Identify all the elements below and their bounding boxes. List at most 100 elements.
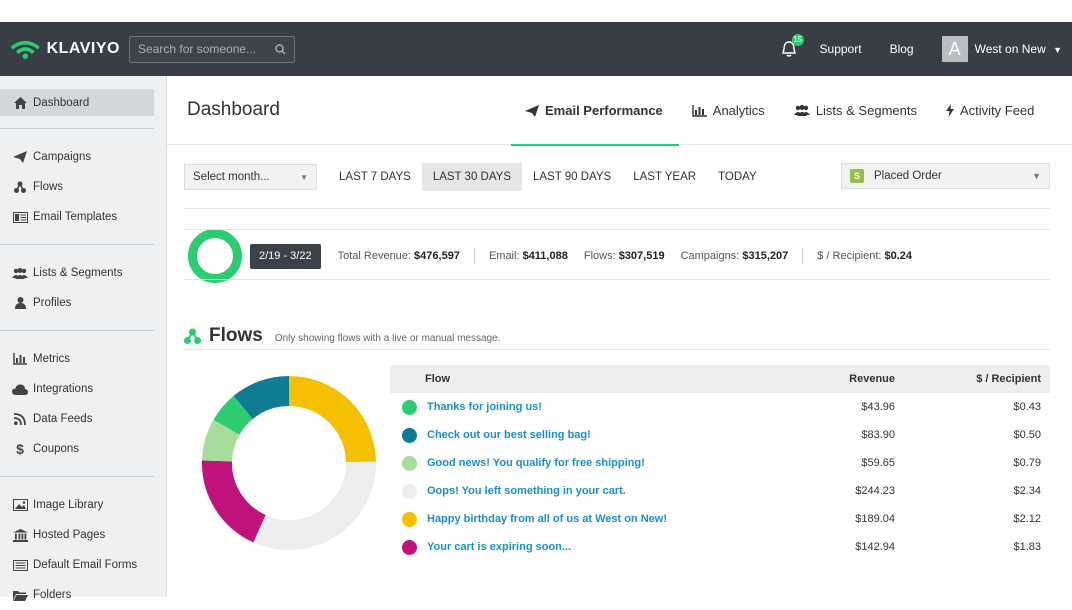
filter-bar: Select month... ▼ LAST 7 DAYS LAST 30 DA… xyxy=(184,163,1050,191)
revenue-cell: $59.65 xyxy=(861,457,895,469)
paper-plane-icon xyxy=(12,150,28,164)
flow-link[interactable]: Good news! You qualify for free shipping… xyxy=(427,457,645,469)
table-row: Happy birthday from all of us at West on… xyxy=(390,505,1050,533)
klaviyo-logo[interactable]: KLAVIYO xyxy=(10,38,120,60)
tab-email-performance[interactable]: Email Performance xyxy=(511,76,679,146)
paper-plane-icon xyxy=(525,104,539,117)
date-range-badge: 2/19 - 3/22 xyxy=(250,243,321,269)
revenue-cell: $83.90 xyxy=(861,429,895,441)
flows-section-header: Flows Only showing flows with a live or … xyxy=(184,323,1050,350)
caret-down-icon: ▼ xyxy=(1032,171,1041,181)
caret-down-icon: ▼ xyxy=(1053,45,1062,55)
sidebar-item-profiles[interactable]: Profiles xyxy=(0,288,166,318)
bar-chart-icon xyxy=(12,352,28,366)
sidebar-item-email-templates[interactable]: Email Templates xyxy=(0,202,166,232)
account-menu[interactable]: West on New ▼ xyxy=(975,42,1062,56)
column-header-revenue: Revenue xyxy=(849,373,895,385)
sidebar: Dashboard Campaigns Flows Email Template… xyxy=(0,76,167,601)
flow-link[interactable]: Oops! You left something in your cart. xyxy=(427,485,626,497)
revenue-cell: $43.96 xyxy=(861,401,895,413)
metric-select[interactable]: S Placed Order ▼ xyxy=(841,163,1050,189)
column-header-flow: Flow xyxy=(425,373,451,385)
sidebar-item-metrics[interactable]: Metrics xyxy=(0,344,166,374)
stat-value: $307,519 xyxy=(618,250,665,262)
table-row: Your cart is expiring soon... $142.94 $1.8… xyxy=(390,533,1050,561)
stat-value: $0.24 xyxy=(884,250,913,262)
divider xyxy=(184,208,1050,209)
tab-lists-segments[interactable]: Lists & Segments xyxy=(793,76,917,145)
avatar[interactable]: A xyxy=(941,36,968,62)
range-last-30-days[interactable]: LAST 30 DAYS xyxy=(421,163,523,191)
tab-label: Activity Feed xyxy=(959,103,1035,118)
table-row: Oops! You left something in your cart. $2… xyxy=(390,477,1050,505)
flows-title: Flows xyxy=(209,325,263,346)
tab-activity-feed[interactable]: Activity Feed xyxy=(945,76,1035,145)
sidebar-item-label: Data Feeds xyxy=(33,413,93,425)
tab-label: Email Performance xyxy=(545,103,663,118)
total-revenue-stat: Total Revenue: $476,597 xyxy=(338,250,460,262)
sidebar-item-folders[interactable]: Folders xyxy=(0,580,166,610)
per-recipient-cell: $2.12 xyxy=(1013,513,1041,525)
revenue-cell: $244.23 xyxy=(855,485,895,497)
top-navbar: KLAVIYO Search for someone... 15 Support… xyxy=(0,22,1072,76)
stat-label: $ / Recipient: xyxy=(817,250,882,262)
sidebar-item-flows[interactable]: Flows xyxy=(0,172,166,202)
sidebar-item-image-library[interactable]: Image Library xyxy=(0,490,166,520)
month-select-value: Select month... xyxy=(193,171,270,183)
range-last-90-days[interactable]: LAST 90 DAYS xyxy=(522,163,622,191)
metric-select-value: Placed Order xyxy=(874,170,942,182)
email-revenue-stat: Email: $411,088 xyxy=(489,250,568,262)
flow-link[interactable]: Happy birthday from all of us at West on… xyxy=(427,513,667,525)
per-recipient-cell: $0.50 xyxy=(1013,429,1041,441)
flow-link[interactable]: Check out our best selling bag! xyxy=(427,429,591,441)
sidebar-item-data-feeds[interactable]: Data Feeds xyxy=(0,404,166,434)
sidebar-item-label: Email Templates xyxy=(33,211,118,223)
building-icon xyxy=(12,528,28,542)
sidebar-item-dashboard[interactable]: Dashboard xyxy=(0,89,154,116)
flow-color-dot xyxy=(402,483,417,499)
sidebar-item-label: Dashboard xyxy=(33,96,90,109)
search-input[interactable]: Search for someone... xyxy=(129,35,295,63)
flow-cell: Your cart is expiring soon... xyxy=(390,539,805,555)
stat-value: $411,088 xyxy=(522,250,568,262)
sidebar-item-lists-segments[interactable]: Lists & Segments xyxy=(0,258,166,288)
range-today[interactable]: TODAY xyxy=(707,163,768,191)
table-row: Good news! You qualify for free shipping… xyxy=(390,449,1050,477)
flow-link[interactable]: Thanks for joining us! xyxy=(427,401,542,413)
user-icon xyxy=(12,296,28,310)
flow-cell: Check out our best selling bag! xyxy=(390,427,805,443)
revenue-stats: 2/19 - 3/22 Total Revenue: $476,597 Emai… xyxy=(187,226,1053,286)
email-template-icon xyxy=(12,210,28,224)
blog-link[interactable]: Blog xyxy=(890,42,914,56)
sidebar-divider xyxy=(0,244,154,245)
range-last-7-days[interactable]: LAST 7 DAYS xyxy=(328,163,422,191)
stat-label: Email: xyxy=(488,250,520,262)
donut-segment xyxy=(233,376,290,420)
flow-cell: Thanks for joining us! xyxy=(390,399,805,415)
bar-chart-icon xyxy=(692,104,707,117)
tab-analytics[interactable]: Analytics xyxy=(692,76,765,145)
per-recipient-cell: $2.34 xyxy=(1013,485,1041,497)
sidebar-item-integrations[interactable]: Integrations xyxy=(0,374,166,404)
stat-label: Campaigns: xyxy=(680,250,740,262)
notifications-button[interactable]: 15 xyxy=(780,34,804,58)
shopify-icon: S xyxy=(850,169,864,183)
flows-revenue-stat: Flows: $307,519 xyxy=(584,250,665,262)
month-select[interactable]: Select month... ▼ xyxy=(184,164,317,190)
sidebar-item-label: Flows xyxy=(33,181,64,193)
donut-segment xyxy=(253,461,376,550)
flow-cell: Happy birthday from all of us at West on… xyxy=(390,511,805,527)
sidebar-item-hosted-pages[interactable]: Hosted Pages xyxy=(0,520,166,550)
support-link[interactable]: Support xyxy=(820,42,862,56)
range-last-year[interactable]: LAST YEAR xyxy=(622,163,707,191)
per-recipient-cell: $0.43 xyxy=(1013,401,1041,413)
dollar-icon: $ xyxy=(16,441,24,457)
sidebar-divider xyxy=(0,330,154,331)
flow-link[interactable]: Your cart is expiring soon... xyxy=(427,541,571,553)
page-title: Dashboard xyxy=(187,99,280,120)
sidebar-item-default-email-forms[interactable]: Default Email Forms xyxy=(0,550,166,580)
sidebar-item-campaigns[interactable]: Campaigns xyxy=(0,142,166,172)
donut-segment xyxy=(202,460,267,543)
sidebar-item-coupons[interactable]: $ Coupons xyxy=(0,434,166,464)
revenue-cell: $142.94 xyxy=(855,541,895,553)
